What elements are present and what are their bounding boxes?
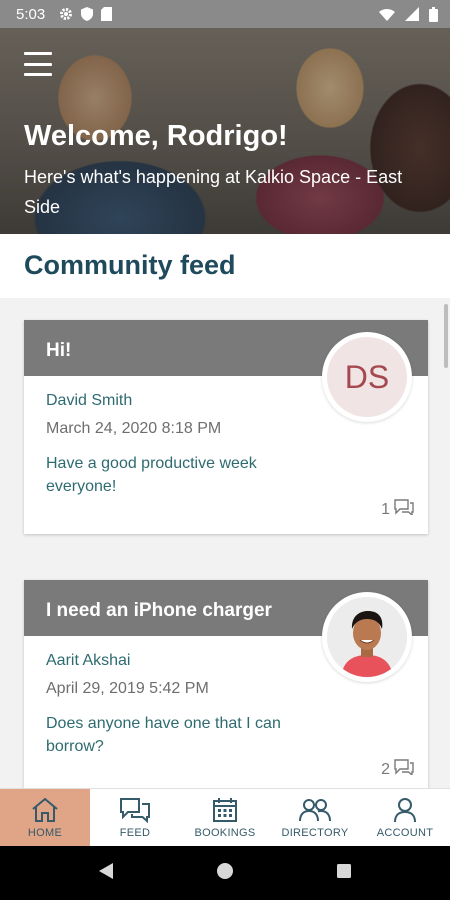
welcome-subtitle: Here's what's happening at Kalkio Space …	[24, 167, 403, 217]
hero-banner: Welcome, Rodrigo! Here's what's happenin…	[0, 28, 450, 234]
feed-post-card[interactable]: I need an iPhone charger Aarit Akshai Ap…	[24, 580, 428, 810]
comment-icon	[394, 499, 414, 520]
gear-icon	[59, 7, 73, 21]
menu-button[interactable]	[24, 52, 52, 76]
sd-card-icon	[101, 7, 113, 21]
calendar-icon	[212, 797, 238, 823]
nav-label: HOME	[27, 826, 63, 839]
comment-count-value: 1	[381, 500, 390, 518]
nav-label: FEED	[119, 826, 151, 839]
nav-feed[interactable]: FEED	[90, 789, 180, 846]
nav-directory[interactable]: DIRECTORY	[270, 789, 360, 846]
feed-post-card[interactable]: Hi! David Smith March 24, 2020 8:18 PM H…	[24, 320, 428, 534]
status-time: 5:03	[16, 5, 46, 23]
avatar: DS	[322, 332, 412, 422]
post-date: April 29, 2019 5:42 PM	[46, 680, 209, 697]
comment-count[interactable]: 2	[381, 759, 414, 780]
system-navigation-bar	[0, 846, 450, 900]
feed-section-header: Community feed	[0, 234, 450, 298]
person-icon	[393, 797, 417, 823]
avatar-initials: DS	[327, 337, 407, 417]
status-bar: 5:03	[0, 0, 450, 28]
comment-count-value: 2	[381, 760, 390, 778]
home-circle-icon[interactable]	[215, 861, 235, 886]
people-icon	[298, 797, 332, 823]
back-icon[interactable]	[97, 862, 115, 885]
nav-bookings[interactable]: BOOKINGS	[180, 789, 270, 846]
post-date: March 24, 2020 8:18 PM	[46, 420, 222, 437]
home-icon	[30, 797, 60, 823]
comment-icon	[394, 759, 414, 780]
nav-account[interactable]: ACCOUNT	[360, 789, 450, 846]
post-message: Does anyone have one that I can borrow?	[46, 715, 281, 755]
post-message: Have a good productive week everyone!	[46, 455, 257, 495]
scrollbar[interactable]	[444, 304, 448, 368]
section-title: Community feed	[24, 250, 236, 280]
avatar-photo	[327, 597, 407, 677]
chat-icon	[119, 797, 151, 823]
avatar	[322, 592, 412, 682]
signal-icon	[405, 7, 419, 21]
wifi-icon	[379, 8, 395, 21]
bottom-navigation: HOME FEED BOOKINGS DIRECTORY ACCOUNT	[0, 788, 450, 846]
nav-home[interactable]: HOME	[0, 789, 90, 846]
recents-icon[interactable]	[335, 862, 353, 885]
comment-count[interactable]: 1	[381, 499, 414, 520]
nav-label: ACCOUNT	[376, 826, 434, 839]
battery-icon	[429, 6, 438, 22]
shield-icon	[81, 7, 94, 21]
nav-label: BOOKINGS	[194, 826, 256, 839]
welcome-title: Welcome, Rodrigo!	[24, 120, 288, 152]
nav-label: DIRECTORY	[281, 826, 349, 839]
